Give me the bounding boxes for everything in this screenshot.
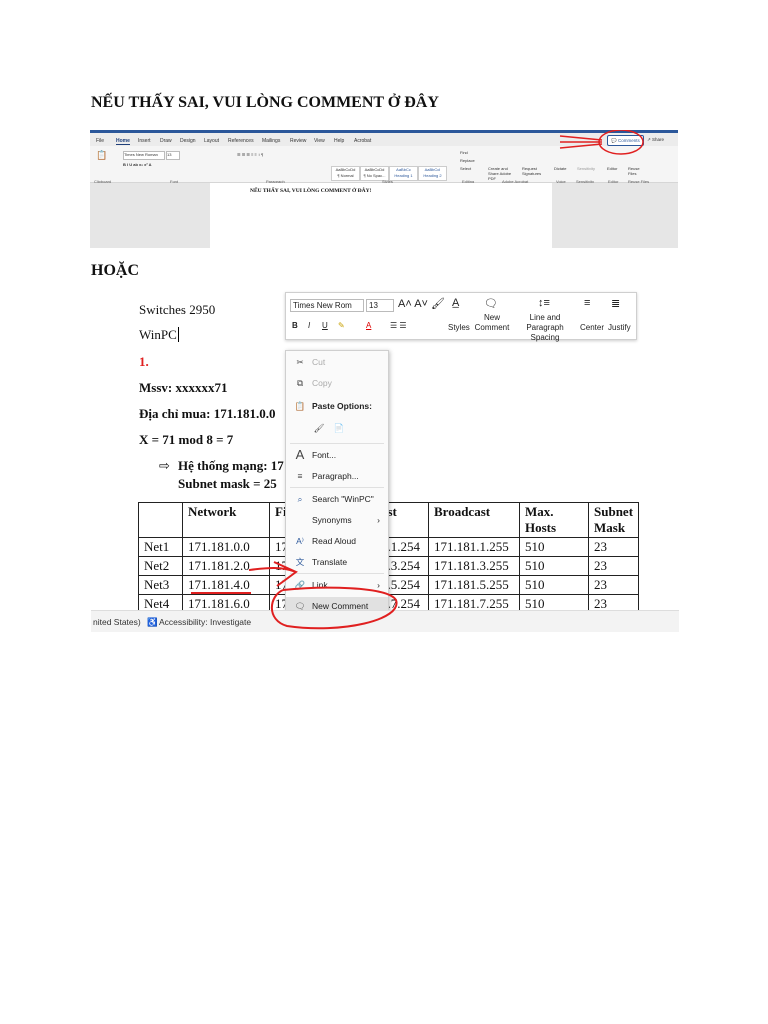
ribbon-screenshot: File Home Insert Draw Design Layout Refe… xyxy=(90,130,678,248)
annotation-overlay xyxy=(559,130,644,155)
separator-heading: HOẶC xyxy=(91,262,139,279)
annotation-arrows xyxy=(559,135,603,149)
annotation-circle xyxy=(598,130,644,155)
annotation-circle xyxy=(270,586,398,630)
page-title: NẾU THẤY SAI, VUI LÒNG COMMENT Ở ĐÂY xyxy=(91,94,439,111)
annotation-overlay xyxy=(191,561,398,630)
context-menu-screenshot: Switches 2950 WinPC​ 1. Mssv: xxxxxx71 Đ… xyxy=(91,290,679,632)
annotation-arrow xyxy=(191,561,298,594)
